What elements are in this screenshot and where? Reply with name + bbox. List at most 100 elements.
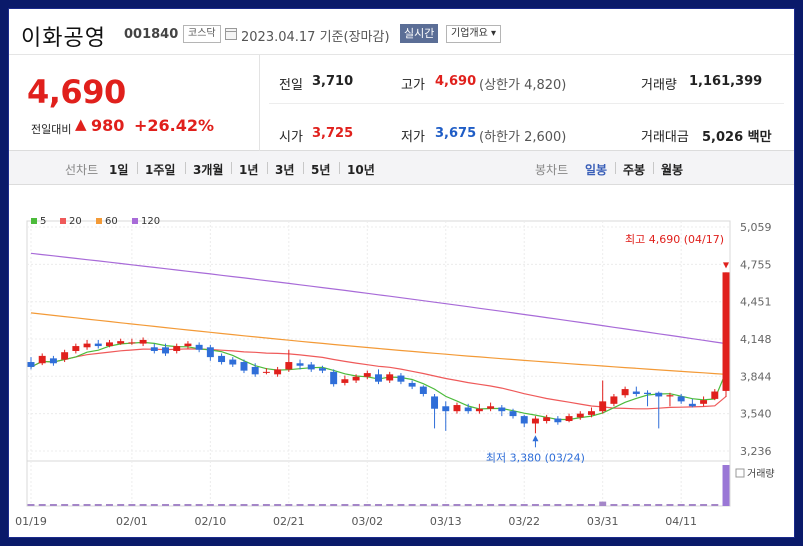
quote-panel: 4,690 전일대비 ▲ 980 +26.42% 전일 3,710 시가 3,7… [9, 55, 794, 151]
volume-bar [150, 504, 158, 506]
y-tick-label: 3,844 [740, 370, 772, 383]
period-1y[interactable]: 1년 [239, 161, 258, 178]
volume-bar [27, 504, 35, 506]
volume-bar [621, 504, 629, 506]
period-10y[interactable]: 10년 [347, 161, 375, 178]
candle-body [117, 341, 125, 344]
legend-label: 60 [105, 216, 118, 227]
volume-bar [251, 504, 259, 506]
candle-body [397, 375, 405, 382]
change-percent: +26.42% [134, 116, 215, 135]
x-tick-label: 03/31 [587, 515, 619, 528]
volume-bar [644, 504, 652, 506]
high-label: 고가 [401, 78, 425, 93]
volume-bar [173, 504, 181, 506]
period-1w[interactable]: 1주일 [145, 161, 175, 178]
candle-body [27, 362, 35, 367]
low-label: 저가 [401, 130, 425, 145]
volume-bar [599, 501, 607, 506]
max-arrow-icon [723, 262, 729, 269]
chart-canvas[interactable]: 5,059 4,755 4,451 4,148 3,844 3,540 3,236 01/19… [9, 185, 795, 538]
company-name[interactable]: 이화공영 [21, 20, 106, 52]
date-basis: 기준(장마감) [319, 30, 390, 45]
candle-body [240, 362, 248, 371]
candle-body [565, 416, 573, 422]
volume-bar [666, 504, 674, 506]
volume-bar [229, 504, 237, 506]
prev-close-value: 3,710 [312, 74, 354, 89]
candle-body [251, 366, 259, 375]
candle-body [94, 343, 102, 347]
candle-body [711, 391, 719, 399]
ma120-line [30, 252, 727, 345]
stock-header: 이화공영 001840 코스닥 2023.04.17 기준(장마감) 실시간 기… [9, 9, 794, 55]
y-tick-label: 3,236 [740, 445, 772, 458]
volume-bar [218, 504, 226, 506]
candle-body [531, 418, 539, 424]
candle-body [621, 389, 629, 396]
amount-label: 거래대금 [641, 130, 689, 145]
open-value: 3,725 [312, 126, 354, 141]
line-chart-label: 선차트 [65, 163, 99, 177]
candle-body [588, 411, 595, 415]
legend-swatch [132, 218, 138, 224]
candle-body [442, 406, 450, 412]
price-chart[interactable]: 5,059 4,755 4,451 4,148 3,844 3,540 3,236 01/19… [9, 185, 795, 538]
volume-bar [554, 504, 562, 506]
company-overview-dropdown[interactable]: 기업개요 ▾ [446, 25, 501, 43]
candle-body [206, 347, 214, 358]
candle-body [576, 413, 584, 418]
volume-bar [677, 504, 685, 506]
x-tick-label: 02/21 [273, 515, 305, 528]
quote-divider [259, 55, 260, 151]
candle-body [49, 358, 57, 364]
candle-body [274, 369, 282, 375]
volume-bar [688, 504, 696, 506]
volume-axis-label: 거래량 [747, 468, 775, 480]
candle-body [644, 392, 652, 394]
volume-bar [307, 504, 315, 506]
legend-label: 5 [40, 216, 46, 227]
candle-body [307, 364, 315, 370]
realtime-button[interactable]: 실시간 [400, 24, 439, 43]
volume-bar [610, 504, 618, 506]
y-tick-label: 3,540 [740, 408, 772, 421]
candle-body [162, 347, 169, 354]
up-arrow-icon: ▲ [75, 115, 87, 133]
period-bar: 선차트 1일 1주일 3개월 1년 3년 5년 10년 봉차트 일봉 주봉 월봉 [9, 151, 794, 185]
y-tick-label: 4,148 [740, 333, 772, 346]
period-1d[interactable]: 1일 [109, 161, 128, 178]
volume-bar [162, 504, 169, 506]
period-3y[interactable]: 3년 [275, 161, 294, 178]
volume-bar [296, 504, 304, 506]
stock-widget: 이화공영 001840 코스닥 2023.04.17 기준(장마감) 실시간 기… [8, 8, 795, 538]
candle-body [363, 373, 371, 377]
candle-daily[interactable]: 일봉 [585, 161, 607, 178]
change-value: 980 [91, 116, 125, 135]
x-tick-label: 03/22 [508, 515, 540, 528]
candle-weekly[interactable]: 주봉 [623, 161, 645, 178]
legend-swatch [31, 218, 37, 224]
low-value: 3,675 [435, 126, 477, 141]
volume-bar [397, 504, 405, 506]
candle-monthly[interactable]: 월봉 [661, 161, 683, 178]
candle-body [666, 395, 674, 397]
volume-bar [285, 504, 293, 506]
candle-body [610, 396, 618, 404]
volume-bar [206, 504, 214, 506]
volume-bar [588, 504, 595, 506]
volume-bar [632, 504, 640, 506]
candle-body [352, 376, 360, 381]
high-value: 4,690 [435, 74, 477, 89]
volume-bar [61, 504, 69, 506]
period-3m[interactable]: 3개월 [193, 161, 223, 178]
volume-bar [655, 504, 663, 506]
volume-bar [442, 504, 450, 506]
volume-bar [72, 504, 80, 506]
candle-body [632, 391, 640, 394]
candle-body [128, 342, 136, 344]
candle-body [464, 407, 472, 412]
lower-limit: (하한가 2,600) [479, 130, 567, 145]
candle-body [38, 355, 46, 364]
period-5y[interactable]: 5년 [311, 161, 330, 178]
